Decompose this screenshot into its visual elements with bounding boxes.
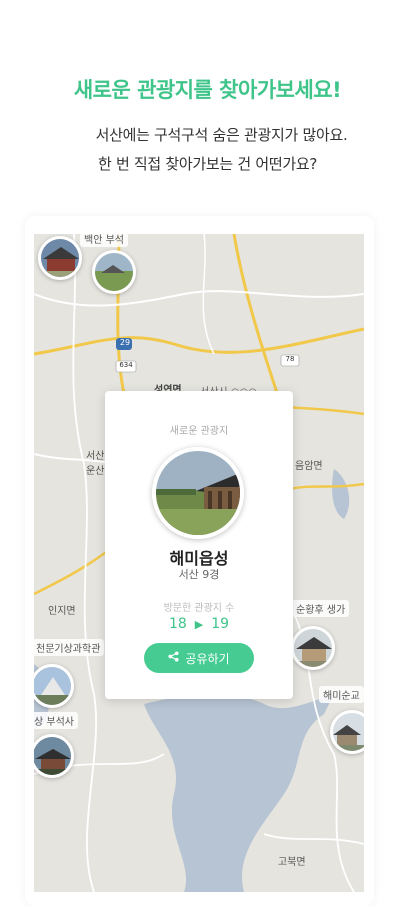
visit-count-to: 19 (211, 616, 230, 632)
map-label-inji: 인지면 (48, 606, 76, 617)
poi-label-hwangu[interactable]: 순황후 생가 (292, 600, 350, 617)
poi-label-gisang[interactable]: 천문기상과학관 (34, 639, 105, 656)
place-popup: 새로운 관광지 해미읍성 서산 9경 방문한 관광지 수 18 ▶ 19 공유하… (105, 391, 293, 699)
road-29-label: 29 (119, 338, 131, 347)
subtitle-line-2: 한 번 직접 찾아가보는 건 어떤가요? (97, 155, 317, 173)
map-label-gobuk: 고북면 (278, 857, 306, 868)
visit-count: 18 ▶ 19 (105, 616, 293, 632)
subtitle-line-1: 서산에는 구석구석 숨은 관광지가 많아요. (95, 126, 348, 144)
poi-thumb-busasa[interactable] (34, 734, 74, 778)
popup-caption: 새로운 관광지 (169, 426, 229, 437)
poi-label-busasa[interactable]: 상 부석사 (34, 712, 78, 729)
visit-count-from: 18 (168, 616, 187, 632)
road-634-label: 634 (119, 361, 133, 369)
play-arrow-icon: ▶ (194, 617, 204, 631)
share-label: 공유하기 (185, 651, 230, 666)
poi-label-haemisun[interactable]: 해미순교 (319, 686, 364, 703)
poi-thumb-field[interactable] (92, 250, 136, 294)
share-button[interactable]: 공유하기 (144, 643, 254, 673)
poi-thumb-haemisun[interactable] (330, 710, 364, 754)
poi-thumb-gisang[interactable] (34, 664, 74, 708)
share-icon (168, 651, 179, 665)
poi-thumb-temple[interactable] (38, 236, 82, 280)
place-photo (152, 447, 244, 539)
poi-thumb-hwangu[interactable] (291, 626, 335, 670)
visit-count-caption: 방문한 관광지 수 (163, 603, 235, 614)
road-78-label: 78 (285, 355, 295, 363)
place-subtitle: 서산 9경 (178, 568, 220, 581)
map-label-top: 백안 부석 (80, 234, 128, 247)
map-label-eumam: 음암면 (295, 461, 323, 472)
headline: 새로운 관광지를 찾아가보세요! (73, 78, 342, 102)
